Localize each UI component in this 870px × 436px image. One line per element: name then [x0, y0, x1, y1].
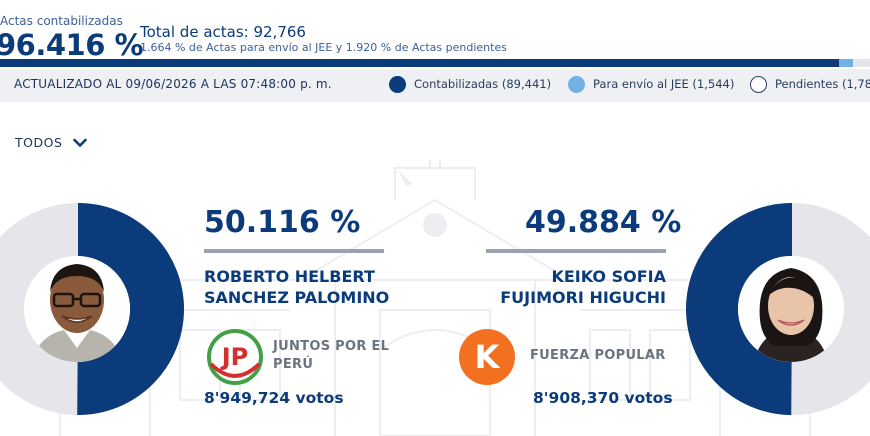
candidate-1-votes: 8'949,724 votos — [204, 389, 344, 407]
total-records: Total de actas: 92,766 — [140, 23, 306, 41]
candidate-1-party-line2: PERÚ — [273, 357, 314, 372]
status-bar: ACTUALIZADO AL 09/06/2026 A LAS 07:48:00… — [0, 69, 870, 102]
candidate-1-party-line1: JUNTOS POR EL — [273, 339, 390, 354]
legend-pending-dot — [750, 76, 767, 93]
fuerza-popular-logo: K — [459, 329, 515, 385]
counted-percent-label: Actas contabilizadas — [0, 14, 123, 28]
candidate-1-percentage: 50.116 % — [204, 205, 361, 240]
chevron-down-icon — [73, 138, 87, 147]
candidate-2-party-line1: FUERZA POPULAR — [530, 348, 666, 363]
candidate-2-divider — [486, 249, 666, 253]
progress-pending — [853, 59, 870, 67]
legend-jee-dot — [568, 76, 585, 93]
party-1-logo-letters: JP — [220, 343, 249, 371]
candidate-2-photo — [738, 256, 844, 362]
records-progress-bar — [0, 59, 870, 67]
legend-counted-label: Contabilizadas (89,441) — [414, 77, 552, 91]
candidate-1-portrait — [24, 256, 130, 362]
juntos-por-el-peru-logo: JP — [207, 329, 263, 385]
last-updated-text: ACTUALIZADO AL 09/06/2026 A LAS 07:48:00… — [14, 77, 332, 91]
candidate-2-name-line1: KEIKO SOFIA — [551, 267, 666, 286]
candidate-1-party: JUNTOS POR EL PERÚ — [273, 338, 403, 374]
candidate-1-divider — [204, 249, 384, 253]
legend-counted-dot — [389, 76, 406, 93]
candidate-1-photo — [24, 256, 130, 362]
legend-jee-label: Para envío al JEE (1,544) — [593, 77, 735, 91]
total-records-detail: 1.664 % de Actas para envío al JEE y 1.9… — [140, 41, 507, 54]
summary-header: Actas contabilizadas 96.416 % Total de a… — [0, 0, 870, 68]
region-filter-label: TODOS — [15, 135, 63, 150]
candidate-2-name: KEIKO SOFIA FUJIMORI HIGUCHI — [406, 266, 666, 308]
progress-jee — [838, 59, 854, 67]
candidate-2-percentage: 49.884 % — [525, 205, 682, 240]
candidate-2-party: FUERZA POPULAR — [530, 347, 670, 365]
party-2-logo-letter: K — [475, 338, 501, 376]
region-filter-dropdown[interactable]: TODOS — [15, 135, 87, 150]
candidate-2-portrait — [738, 256, 844, 362]
candidate-2-name-line2: FUJIMORI HIGUCHI — [500, 288, 666, 307]
legend-pending-label: Pendientes (1,781) — [775, 77, 870, 91]
counted-percent-value: 96.416 % — [0, 28, 144, 62]
candidate-2-votes: 8'908,370 votos — [533, 389, 673, 407]
progress-counted — [0, 59, 839, 67]
